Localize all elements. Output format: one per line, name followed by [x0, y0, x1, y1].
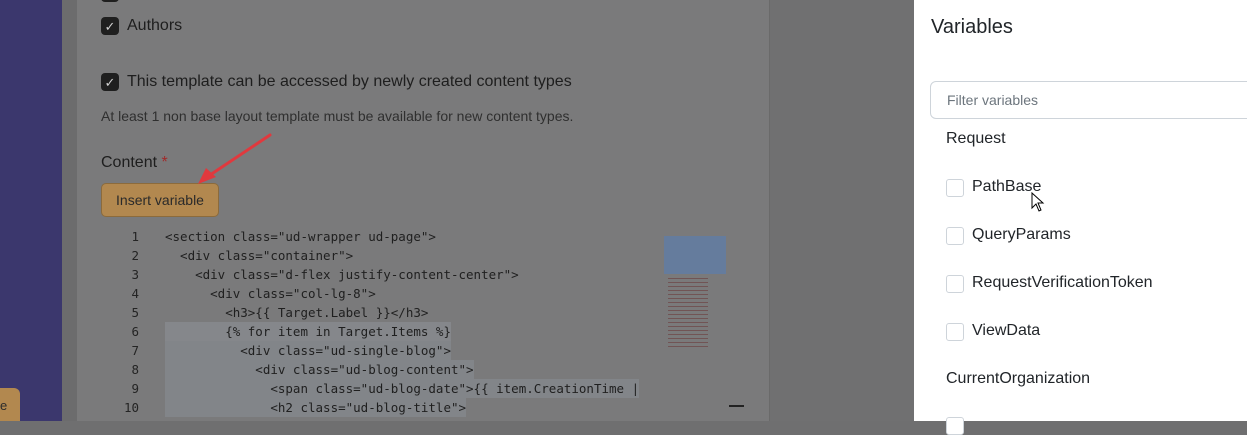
line-number: 7	[131, 343, 139, 358]
variable-label: RequestVerificationToken	[972, 274, 1153, 291]
line-number: 3	[131, 267, 139, 282]
code-line: <section class="ud-wrapper ud-page">	[165, 229, 436, 244]
partial-checkbox[interactable]	[101, 0, 119, 2]
minimap-viewport[interactable]	[664, 236, 726, 274]
code-editor[interactable]: 1 2 3 4 5 6 7 8 9 10 <section class="ud-…	[101, 226, 745, 421]
line-number: 6	[131, 324, 139, 339]
required-marker: *	[161, 154, 168, 171]
line-number: 8	[131, 362, 139, 377]
left-partial-button[interactable]: e	[0, 388, 20, 421]
scroll-position-marker	[729, 405, 744, 407]
authors-checkbox[interactable]: ✓	[101, 17, 119, 35]
content-label: Content *	[101, 154, 168, 172]
code-line: <h2 class="ud-blog-title">	[165, 398, 467, 417]
mouse-pointer-icon	[1031, 192, 1045, 212]
line-number-gutter: 1 2 3 4 5 6 7 8 9 10	[101, 226, 149, 421]
line-number: 2	[131, 248, 139, 263]
content-label-text: Content	[101, 154, 158, 171]
right-gutter	[770, 0, 914, 421]
variable-checkbox[interactable]	[946, 227, 964, 245]
code-line: {% for item in Target.Items %}	[165, 322, 451, 341]
main-gutter	[62, 0, 77, 421]
code-line: <div class="ud-blog-content">	[165, 360, 474, 379]
code-line: <h3>{{ Target.Label }}</h3>	[165, 305, 429, 320]
check-icon: ✓	[104, 74, 116, 90]
line-number: 10	[123, 400, 139, 415]
variable-label: ViewData	[972, 322, 1041, 339]
check-icon: ✓	[104, 18, 116, 34]
code-line: <div class="ud-single-blog">	[165, 341, 451, 360]
variable-label: QueryParams	[972, 226, 1071, 243]
left-navigation-strip	[0, 0, 62, 421]
variable-checkbox[interactable]	[946, 323, 964, 341]
accessible-checkbox[interactable]: ✓	[101, 73, 119, 91]
authors-label: Authors	[127, 17, 183, 34]
filter-variables-input[interactable]	[930, 81, 1247, 119]
code-minimap[interactable]	[656, 226, 729, 421]
minimap-lines	[668, 278, 708, 348]
variable-checkbox[interactable]	[946, 179, 964, 197]
group-request: Request	[946, 130, 1006, 147]
annotation-arrow-icon	[198, 133, 272, 184]
line-number: 9	[131, 381, 139, 396]
code-line: <span class="ud-blog-date">{{ item.Creat…	[165, 379, 640, 398]
line-number: 1	[131, 229, 139, 244]
group-current-organization: CurrentOrganization	[946, 370, 1091, 387]
sidebar-title: Variables	[931, 16, 1013, 38]
variables-sidebar: Variables Request PathBase QueryParams R…	[914, 0, 1247, 435]
variable-checkbox[interactable]	[946, 417, 964, 435]
code-line: <div class="container">	[165, 248, 354, 263]
line-number: 4	[131, 286, 139, 301]
line-number: 5	[131, 305, 139, 320]
hint-text: At least 1 non base layout template must…	[101, 108, 574, 124]
left-partial-button-label: e	[0, 398, 8, 413]
variable-checkbox[interactable]	[946, 275, 964, 293]
accessible-label: This template can be accessed by newly c…	[127, 73, 572, 90]
code-line: <div class="d-flex justify-content-cente…	[165, 267, 519, 282]
code-line: <div class="col-lg-8">	[165, 286, 376, 301]
